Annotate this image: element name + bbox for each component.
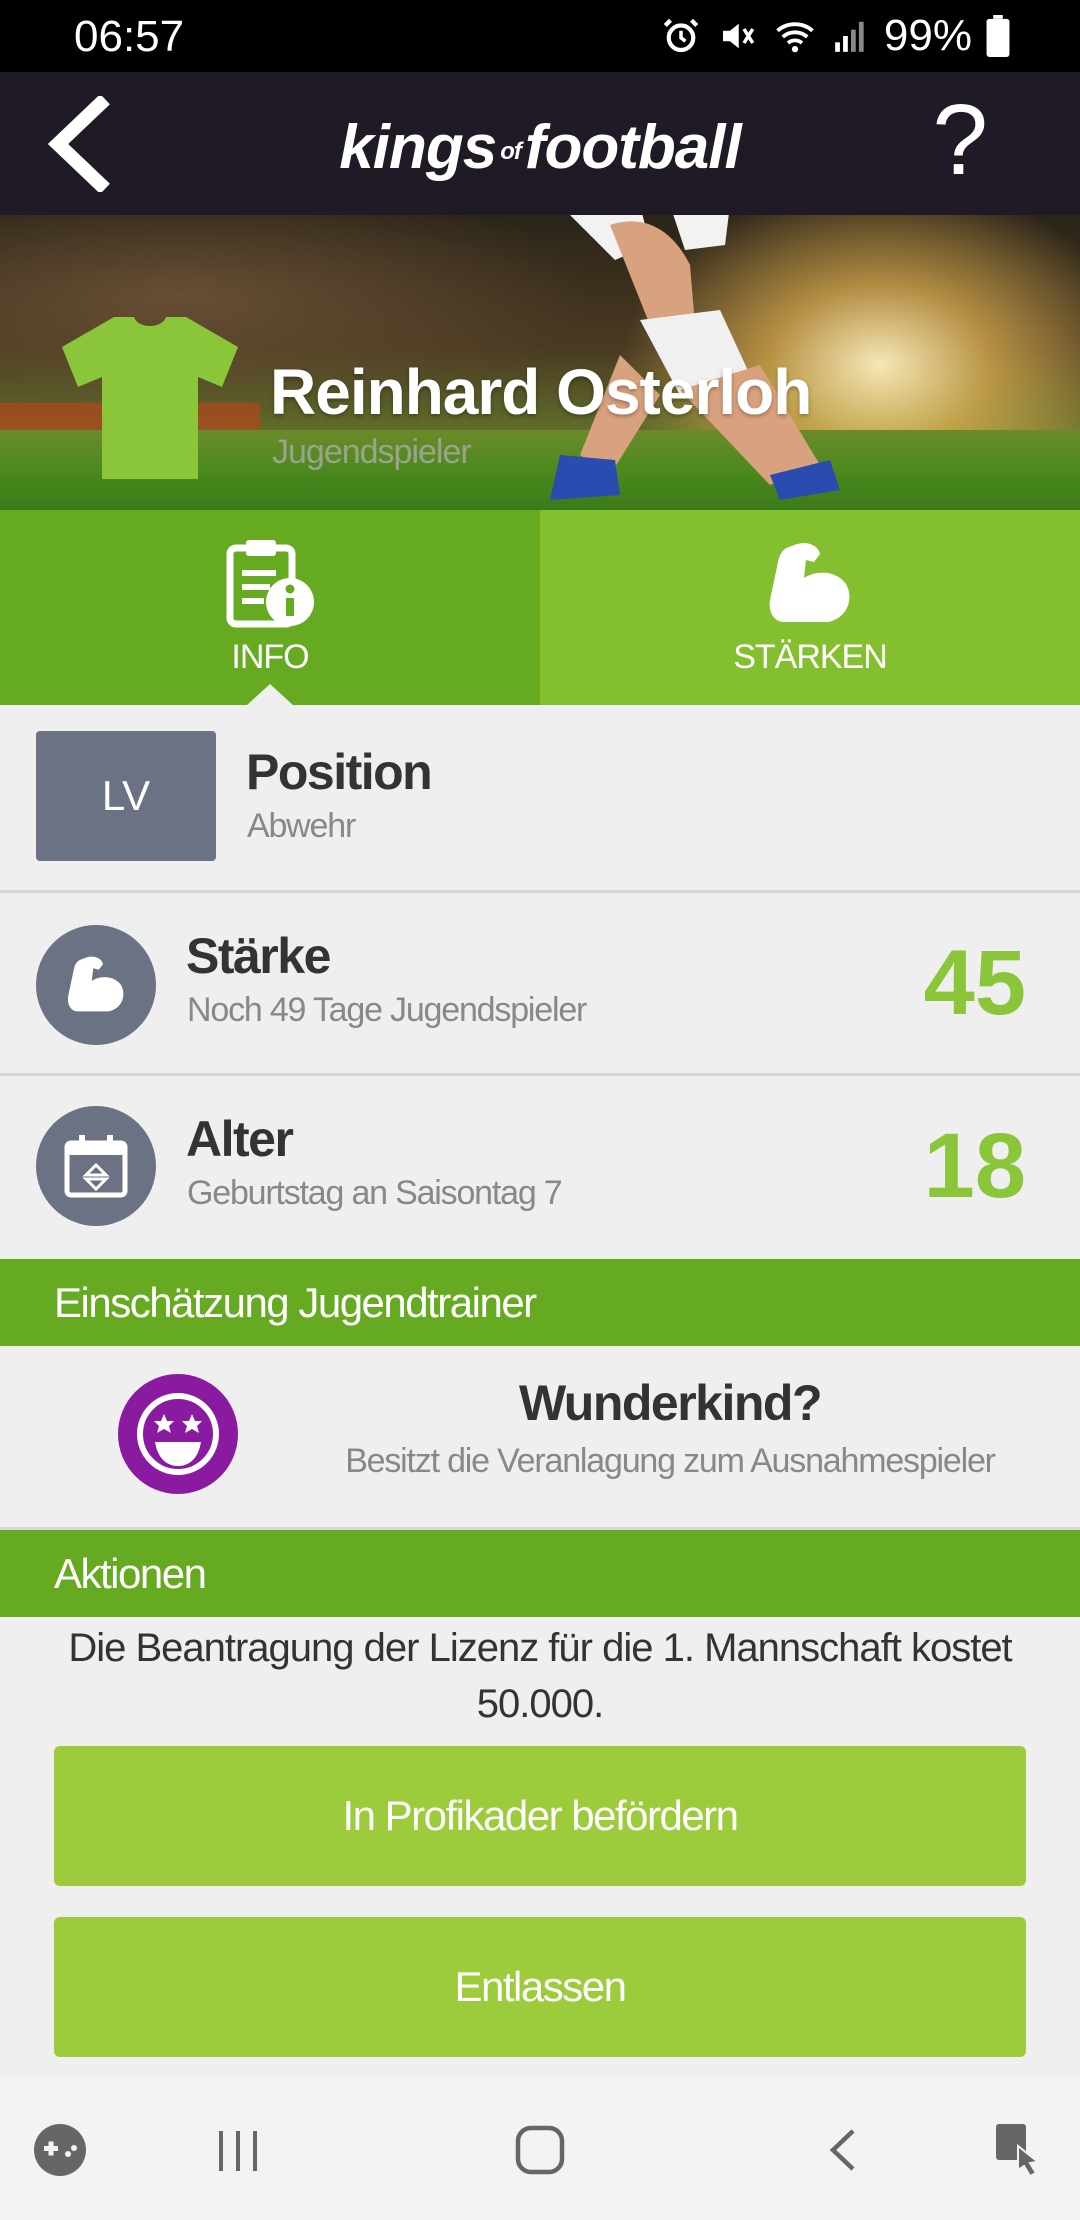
assessment-row: Wunderkind? Besitzt die Veranlagung zum … [0, 1346, 1080, 1530]
status-icons: 99% [660, 10, 1010, 62]
actions-header: Aktionen [0, 1530, 1080, 1617]
logo-football: football [524, 113, 742, 182]
strength-icon-circle [36, 925, 156, 1045]
recent-apps-button[interactable] [206, 2118, 270, 2182]
age-subtitle: Geburtstag an Saisontag 7 [187, 1174, 563, 1212]
wifi-icon [776, 22, 814, 53]
back-chevron-icon [829, 2129, 855, 2171]
strength-value: 45 [923, 932, 1026, 1034]
assessment-subtitle: Besitzt die Veranlagung zum Ausnahmespie… [345, 1442, 996, 1480]
position-row: LV Position Abwehr [0, 705, 1080, 893]
home-button[interactable] [508, 2118, 572, 2182]
tab-info[interactable]: INFO [0, 510, 540, 706]
age-value: 18 [923, 1115, 1026, 1217]
battery-percent: 99% [883, 11, 972, 60]
game-tools-button[interactable] [28, 2118, 92, 2182]
assessment-header: Einschätzung Jugendtrainer [0, 1259, 1080, 1346]
status-time: 06:57 [74, 12, 185, 61]
touch-protection-button[interactable] [990, 2118, 1054, 2182]
app-logo: kings offootball [0, 112, 1080, 183]
strength-title: Stärke [186, 928, 331, 984]
position-badge: LV [36, 731, 216, 861]
calendar-icon [64, 1135, 128, 1198]
player-name: Reinhard Osterloh [270, 356, 812, 428]
battery-icon [986, 15, 1010, 57]
position-title: Position [246, 744, 433, 800]
position-value: Abwehr [247, 807, 356, 845]
mute-icon [722, 23, 755, 49]
star-eyes-face-glyph [137, 1393, 219, 1475]
age-title: Alter [186, 1111, 294, 1167]
player-role: Jugendspieler [272, 433, 472, 471]
alarm-icon [663, 18, 699, 53]
muscle-arm-icon [67, 956, 124, 1012]
clipboard-info-icon [226, 540, 314, 628]
touch-hand-icon [996, 2124, 1041, 2178]
player-hero: Reinhard Osterloh Jugendspieler [0, 215, 1080, 510]
gamepad-icon [34, 2124, 86, 2176]
signal-icon [835, 21, 864, 52]
tab-bar: INFO STÄRKEN [0, 510, 1080, 706]
promote-button[interactable]: In Profikader befördern [54, 1746, 1026, 1886]
strength-subtitle: Noch 49 Tage Jugendspieler [187, 991, 587, 1029]
license-cost-text: Die Beantragung der Lizenz für die 1. Ma… [68, 1626, 1012, 1726]
tab-info-label: INFO [231, 638, 309, 676]
tab-staerken[interactable]: STÄRKEN [540, 510, 1080, 705]
app-header: kings offootball ? [0, 72, 1080, 215]
dismiss-button[interactable]: Entlassen [54, 1917, 1026, 2057]
status-bar: 06:57 99% [0, 0, 1080, 72]
star-eyes-face-icon [118, 1374, 238, 1494]
help-button[interactable]: ? [932, 90, 988, 190]
system-navigation-bar [0, 2078, 1080, 2220]
home-icon [515, 2125, 565, 2175]
system-back-button[interactable] [812, 2118, 876, 2182]
logo-kings: kings [339, 113, 497, 182]
active-tab-indicator [246, 684, 294, 706]
assessment-title: Wunderkind? [518, 1375, 823, 1431]
age-icon-circle [36, 1106, 156, 1226]
shirt-icon [62, 317, 238, 479]
recents-icon [219, 2131, 257, 2171]
muscle-arm-icon [769, 543, 850, 622]
logo-of: of [500, 137, 522, 165]
tab-staerken-label: STÄRKEN [733, 638, 888, 676]
strength-row: Stärke Noch 49 Tage Jugendspieler 45 [0, 893, 1080, 1076]
age-row: Alter Geburtstag an Saisontag 7 18 [0, 1076, 1080, 1259]
